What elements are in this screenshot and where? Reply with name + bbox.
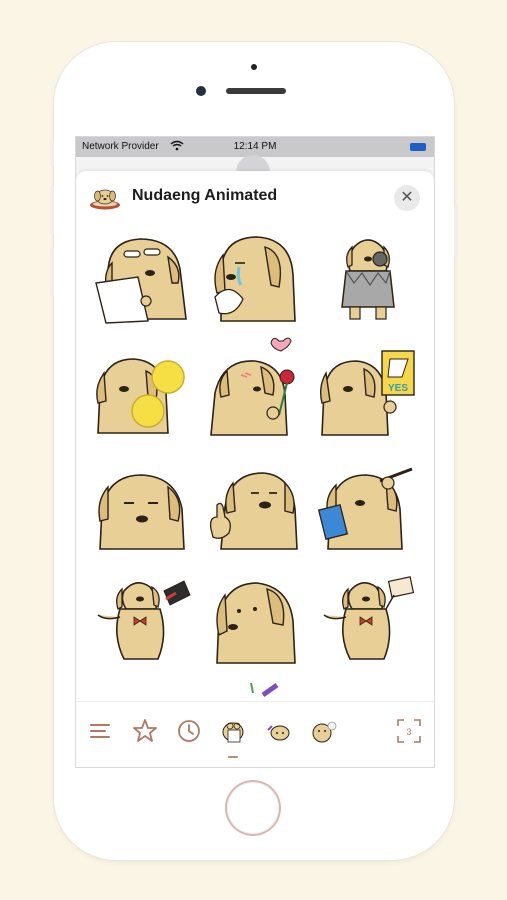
sticker-dog-reading-paper[interactable] (90, 223, 194, 327)
status-time: 12:14 PM (233, 141, 277, 152)
sticker-sheet: Nudaeng Animated ✕ YES 3 (76, 171, 434, 767)
sheet-title: Nudaeng Animated (132, 187, 278, 204)
sticker-dog-holding-rose[interactable] (203, 337, 307, 441)
sticker-dog-crying-tissue[interactable] (203, 223, 307, 327)
side-button-power (454, 204, 458, 256)
side-button-volume-up (50, 186, 54, 234)
sticker-dog-sad-looking-away[interactable] (203, 565, 307, 669)
close-icon: ✕ (400, 189, 414, 206)
sticker-grid[interactable]: YES (76, 223, 434, 699)
proximity-sensor (251, 64, 257, 70)
battery-icon (410, 143, 426, 151)
status-bar: Network Provider 12:14 PM (76, 137, 434, 157)
star-icon[interactable] (130, 716, 160, 746)
sticker-toolbar: 3 (76, 701, 434, 767)
recents-clock-icon[interactable] (174, 716, 204, 746)
earpiece-speaker (226, 88, 286, 94)
yes-sign-text: YES (388, 383, 408, 394)
home-button[interactable] (227, 782, 279, 834)
sticker-partial-row-3[interactable] (316, 679, 420, 699)
sticker-partial-row-1[interactable] (90, 679, 194, 699)
sticker-dog-writing-notepad[interactable] (316, 451, 420, 555)
close-button[interactable]: ✕ (394, 185, 420, 211)
sheet-header: Nudaeng Animated ✕ (76, 171, 434, 221)
side-button-volume-down (50, 248, 54, 296)
sticker-pack-1-button[interactable] (218, 716, 248, 746)
sticker-partial-row-2[interactable] (203, 679, 307, 699)
sticker-dog-holding-letter[interactable] (316, 565, 420, 669)
menu-icon[interactable] (86, 716, 116, 746)
sticker-pack-2-button[interactable] (264, 716, 294, 746)
sticker-dog-yes-sign[interactable]: YES (316, 337, 420, 441)
sticker-dog-smug-face[interactable] (90, 451, 194, 555)
sticker-dog-in-armor[interactable] (316, 223, 420, 327)
side-button-silent (50, 140, 54, 166)
sticker-dog-thumbs-up[interactable] (203, 451, 307, 555)
app-icon (88, 183, 122, 211)
expand-count: 3 (406, 727, 411, 737)
sticker-pack-3-button[interactable] (308, 716, 338, 746)
selected-pack-indicator (228, 756, 238, 758)
expand-icon[interactable]: 3 (394, 716, 424, 746)
sticker-dog-magician-hat[interactable] (90, 565, 194, 669)
front-camera (196, 86, 206, 96)
phone-screen: Network Provider 12:14 PM Nudaeng Animat… (75, 136, 435, 768)
sticker-dog-cheerleader-pompoms[interactable] (90, 337, 194, 441)
